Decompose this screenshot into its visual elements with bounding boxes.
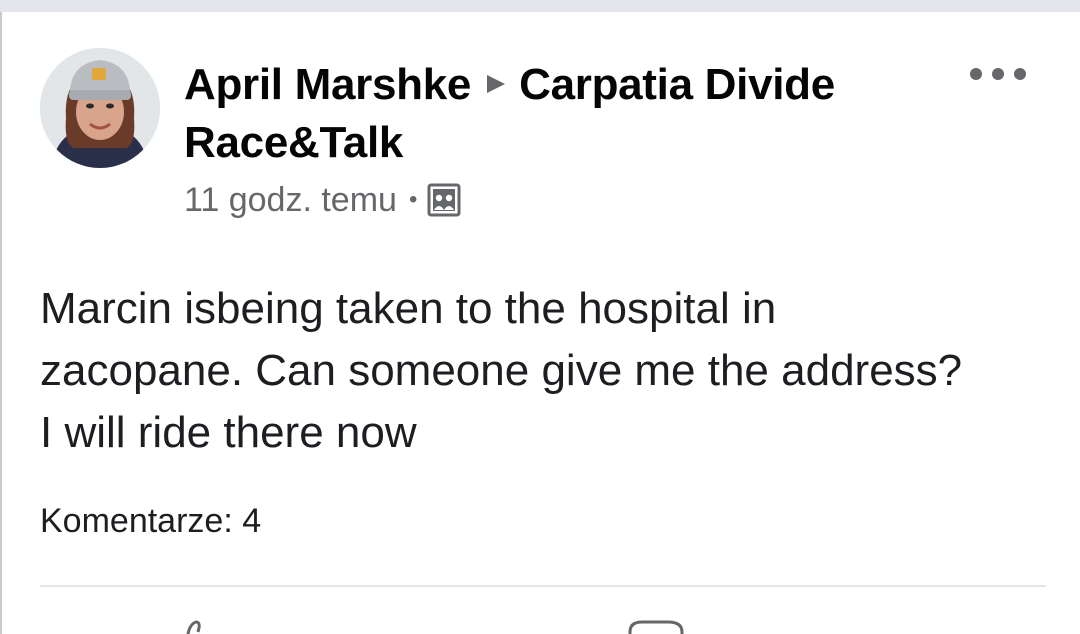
photo-gallery-icon — [427, 183, 461, 217]
meta-separator: • — [408, 186, 418, 213]
comments-count-link[interactable]: Komentarze: 4 — [40, 502, 261, 541]
comment-icon[interactable] — [628, 620, 688, 634]
author-name[interactable]: April Marshke — [184, 60, 471, 109]
post-header: April Marshke Carpatia Divide Race&Talk — [184, 52, 944, 172]
post-meta: 11 godz. temu • — [184, 180, 461, 220]
divider — [40, 585, 1046, 587]
more-dot — [992, 68, 1004, 80]
author-avatar[interactable] — [40, 48, 160, 168]
more-dot — [1014, 68, 1026, 80]
more-options-icon[interactable] — [970, 60, 1026, 88]
more-dot — [970, 68, 982, 80]
post-card: April Marshke Carpatia Divide Race&Talk 1… — [0, 12, 1080, 634]
arrow-right-icon — [485, 52, 507, 110]
post-timestamp[interactable]: 11 godz. temu — [184, 181, 397, 220]
avatar-image — [40, 48, 160, 168]
like-icon[interactable] — [174, 620, 214, 634]
post-body-text: Marcin isbeing taken to the hospital in … — [40, 284, 963, 457]
